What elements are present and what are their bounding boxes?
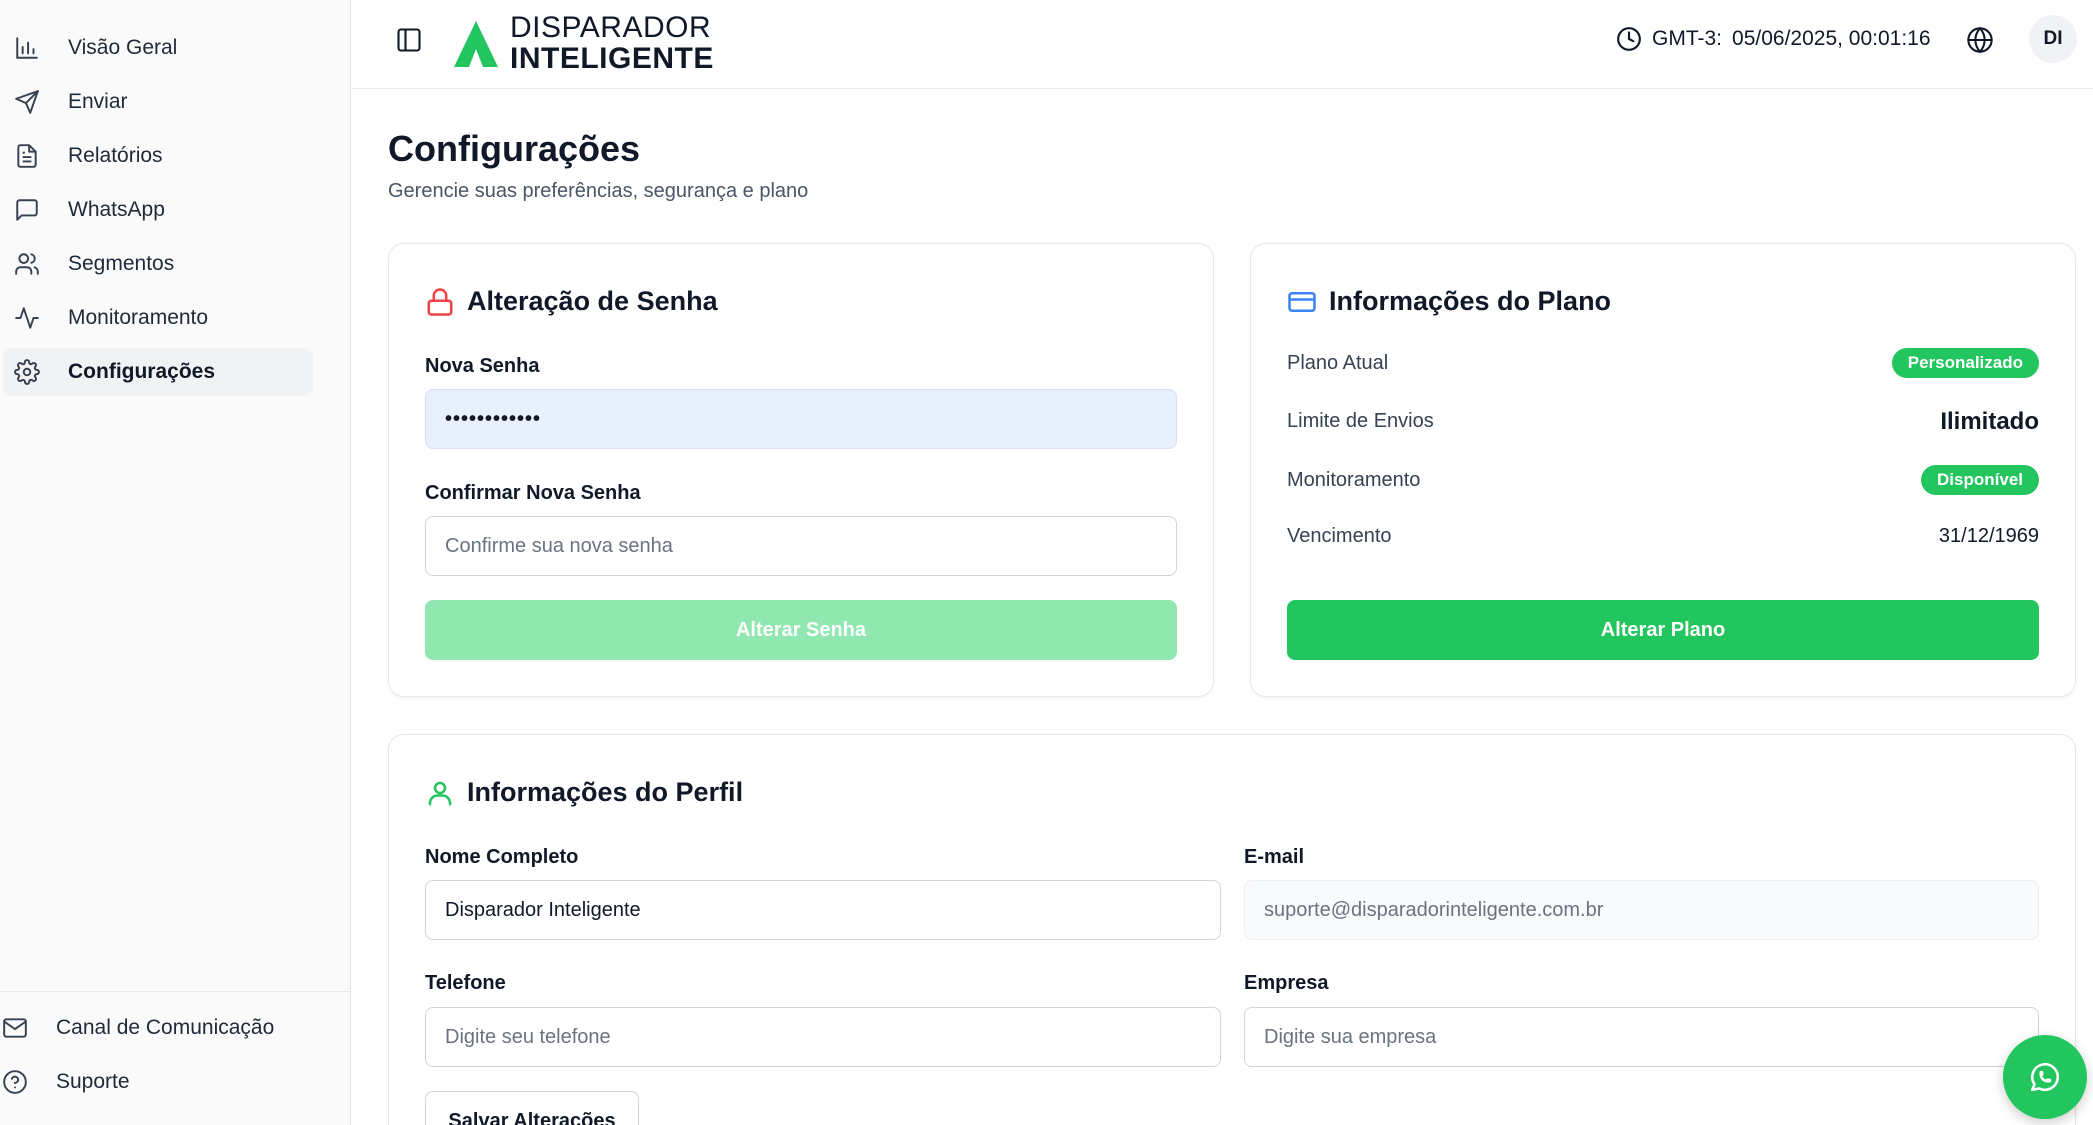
sidebar-item-label: Suporte (56, 1070, 130, 1093)
new-password-input[interactable]: •••••••••••• (425, 389, 1177, 449)
current-plan-badge: Personalizado (1891, 348, 2039, 378)
datetime-value: 05/06/2025, 00:01:16 (1732, 27, 1931, 50)
full-name-label: Nome Completo (425, 846, 579, 868)
confirm-password-label: Confirmar Nova Senha (425, 482, 641, 504)
whatsapp-fab-button[interactable] (2003, 1035, 2087, 1119)
credit-card-icon (1287, 287, 1317, 317)
logo[interactable]: DISPARADOR INTELIGENTE (452, 13, 714, 74)
sidebar-item-label: Monitoramento (68, 306, 209, 329)
password-card: Alteração de Senha Nova Senha ••••••••••… (388, 243, 1214, 697)
timezone-label: GMT-3: (1652, 27, 1723, 50)
bar-chart-icon (14, 35, 40, 61)
logo-text: DISPARADOR INTELIGENTE (510, 13, 714, 74)
activity-icon (14, 305, 40, 331)
sidebar-item-segmentos[interactable]: Segmentos (3, 240, 313, 288)
save-changes-button[interactable]: Salvar Alterações (425, 1091, 639, 1125)
email-label: E-mail (1244, 846, 1305, 868)
sidebar-item-monitoramento[interactable]: Monitoramento (3, 294, 313, 342)
company-label: Empresa (1244, 972, 1329, 994)
sidebar-item-label: WhatsApp (68, 198, 165, 221)
profile-card: Informações do Perfil Nome Completo Disp… (388, 734, 2076, 1125)
change-plan-button[interactable]: Alterar Plano (1287, 600, 2039, 660)
help-circle-icon (2, 1069, 28, 1095)
email-field: suporte@disparadorinteligente.com.br (1244, 880, 2039, 940)
sidebar-toggle-icon[interactable] (395, 26, 423, 54)
phone-input[interactable]: Digite seu telefone (425, 1007, 1221, 1067)
company-input[interactable]: Digite sua empresa (1244, 1007, 2039, 1067)
send-icon (14, 89, 40, 115)
sidebar-item-visao-geral[interactable]: Visão Geral (3, 24, 313, 72)
current-plan-label: Plano Atual (1287, 352, 1389, 374)
lock-icon (425, 287, 455, 317)
page-subtitle: Gerencie suas preferências, segurança e … (388, 180, 809, 202)
plan-card: Informações do Plano Plano Atual Persona… (1250, 243, 2076, 697)
clock-icon (1616, 26, 1642, 52)
confirm-password-input[interactable]: Confirme sua nova senha (425, 516, 1177, 576)
plan-card-title: Informações do Plano (1287, 286, 1611, 317)
sidebar-item-relatorios[interactable]: Relatórios (3, 132, 313, 180)
logo-line2: INTELIGENTE (510, 42, 714, 75)
change-password-button[interactable]: Alterar Senha (425, 600, 1177, 660)
sidebar: Visão Geral Enviar Relatórios WhatsApp S… (0, 0, 351, 1125)
sidebar-item-label: Segmentos (68, 252, 175, 275)
avatar[interactable]: DI (2029, 15, 2077, 63)
sidebar-item-canal-comunicacao[interactable]: Canal de Comunicação (0, 1004, 351, 1052)
message-square-icon (14, 197, 40, 223)
globe-icon[interactable] (1966, 26, 1994, 54)
sidebar-nav: Visão Geral Enviar Relatórios WhatsApp S… (0, 24, 351, 402)
sidebar-footer: Canal de Comunicação Suporte (0, 991, 351, 1112)
send-limit-value: Ilimitado (1940, 408, 2039, 435)
logo-line1: DISPARADOR (510, 11, 712, 44)
sidebar-item-label: Canal de Comunicação (56, 1016, 275, 1039)
password-card-title: Alteração de Senha (425, 286, 718, 317)
monitoring-badge: Disponível (1921, 465, 2039, 495)
sidebar-item-label: Relatórios (68, 144, 163, 167)
users-icon (14, 251, 40, 277)
plan-card-title-text: Informações do Plano (1329, 286, 1612, 316)
profile-card-title: Informações do Perfil (425, 777, 743, 808)
sidebar-item-whatsapp[interactable]: WhatsApp (3, 186, 313, 234)
clock-display: GMT-3: 05/06/2025, 00:01:16 (1616, 26, 1931, 52)
sidebar-item-suporte[interactable]: Suporte (0, 1058, 351, 1106)
monitoring-label: Monitoramento (1287, 469, 1421, 491)
expiry-value: 31/12/1969 (1938, 525, 2039, 547)
mail-icon (2, 1015, 28, 1041)
file-text-icon (14, 143, 40, 169)
sidebar-item-enviar[interactable]: Enviar (3, 78, 313, 126)
sidebar-item-configuracoes[interactable]: Configurações (3, 348, 313, 396)
send-limit-label: Limite de Envios (1287, 410, 1434, 432)
phone-label: Telefone (425, 972, 506, 994)
sidebar-item-label: Visão Geral (68, 36, 178, 59)
gear-icon (14, 359, 40, 385)
page-title: Configurações (388, 128, 641, 169)
expiry-label: Vencimento (1287, 525, 1392, 547)
full-name-input[interactable]: Disparador Inteligente (425, 880, 1221, 940)
profile-card-title-text: Informações do Perfil (467, 777, 744, 807)
sidebar-item-label: Enviar (68, 90, 128, 113)
user-icon (425, 778, 455, 808)
new-password-label: Nova Senha (425, 355, 540, 377)
password-card-title-text: Alteração de Senha (467, 286, 718, 316)
logo-triangle-icon (452, 19, 500, 69)
sidebar-item-label: Configurações (68, 360, 216, 383)
top-header: DISPARADOR INTELIGENTE GMT-3: 05/06/2025… (352, 0, 2093, 89)
whatsapp-icon (2028, 1060, 2062, 1094)
